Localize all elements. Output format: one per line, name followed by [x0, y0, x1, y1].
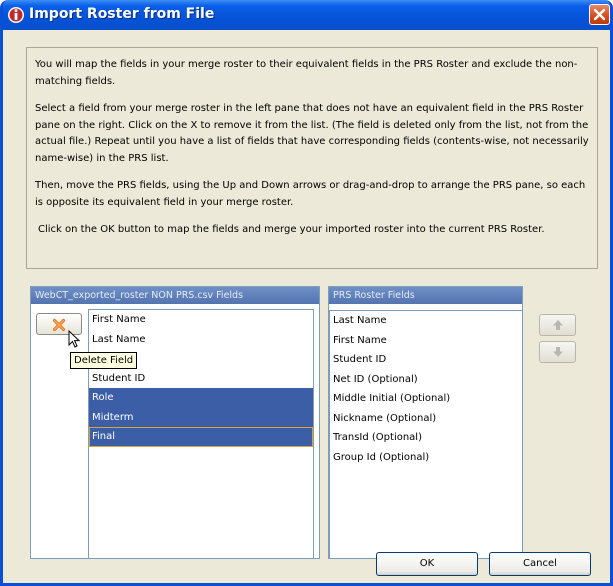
list-item[interactable]: Last Name — [89, 330, 313, 350]
merge-roster-pane-header: WebCT_exported_roster NON PRS.csv Fields — [31, 287, 319, 304]
prs-roster-pane-header: PRS Roster Fields — [329, 287, 522, 304]
instructions-panel: You will map the fields in your merge ro… — [26, 47, 598, 269]
prs-roster-fields-pane: PRS Roster Fields Last Name First Name S… — [328, 286, 523, 559]
instructions-paragraph-4: Click on the OK button to map the fields… — [38, 224, 545, 235]
arrow-up-icon — [553, 320, 563, 330]
mouse-pointer-icon — [68, 329, 81, 353]
window-title: Import Roster from File — [29, 6, 215, 22]
list-item[interactable]: Net ID (Optional) — [330, 370, 522, 390]
arrow-down-icon — [553, 347, 563, 357]
close-button[interactable] — [589, 4, 610, 25]
ok-button[interactable]: OK — [376, 552, 478, 576]
list-item[interactable]: Role — [89, 388, 313, 408]
list-item[interactable]: Final — [89, 427, 313, 447]
app-logo-icon — [7, 6, 25, 24]
close-icon — [593, 8, 606, 21]
cancel-button[interactable]: Cancel — [489, 552, 591, 576]
merge-roster-field-list[interactable]: First Name Last Name Student ID Role Mid… — [88, 309, 314, 559]
list-item[interactable]: Midterm — [89, 407, 313, 427]
list-item[interactable]: Last Name — [330, 311, 522, 331]
list-item[interactable]: First Name — [330, 331, 522, 351]
list-item[interactable]: Student ID — [330, 350, 522, 370]
title-bar[interactable]: Import Roster from File — [3, 0, 610, 30]
list-item[interactable]: Middle Initial (Optional) — [330, 389, 522, 409]
list-item[interactable]: TransId (Optional) — [330, 428, 522, 448]
list-item[interactable]: Group Id (Optional) — [330, 448, 522, 468]
prs-roster-field-list[interactable]: Last Name First Name Student ID Net ID (… — [329, 310, 523, 559]
move-down-button[interactable] — [539, 341, 576, 363]
list-item[interactable]: First Name — [89, 310, 313, 330]
instructions-paragraph-2: Select a field from your merge roster in… — [35, 103, 589, 164]
delete-field-tooltip: Delete Field — [70, 352, 138, 369]
import-roster-dialog: Import Roster from File You will map the… — [0, 0, 613, 586]
list-item[interactable]: Nickname (Optional) — [330, 409, 522, 429]
delete-x-icon — [52, 318, 66, 332]
move-up-button[interactable] — [539, 314, 576, 336]
instructions-paragraph-1: You will map the fields in your merge ro… — [35, 59, 578, 87]
instructions-paragraph-3: Then, move the PRS fields, using the Up … — [35, 180, 586, 208]
list-item[interactable]: Student ID — [89, 369, 313, 389]
